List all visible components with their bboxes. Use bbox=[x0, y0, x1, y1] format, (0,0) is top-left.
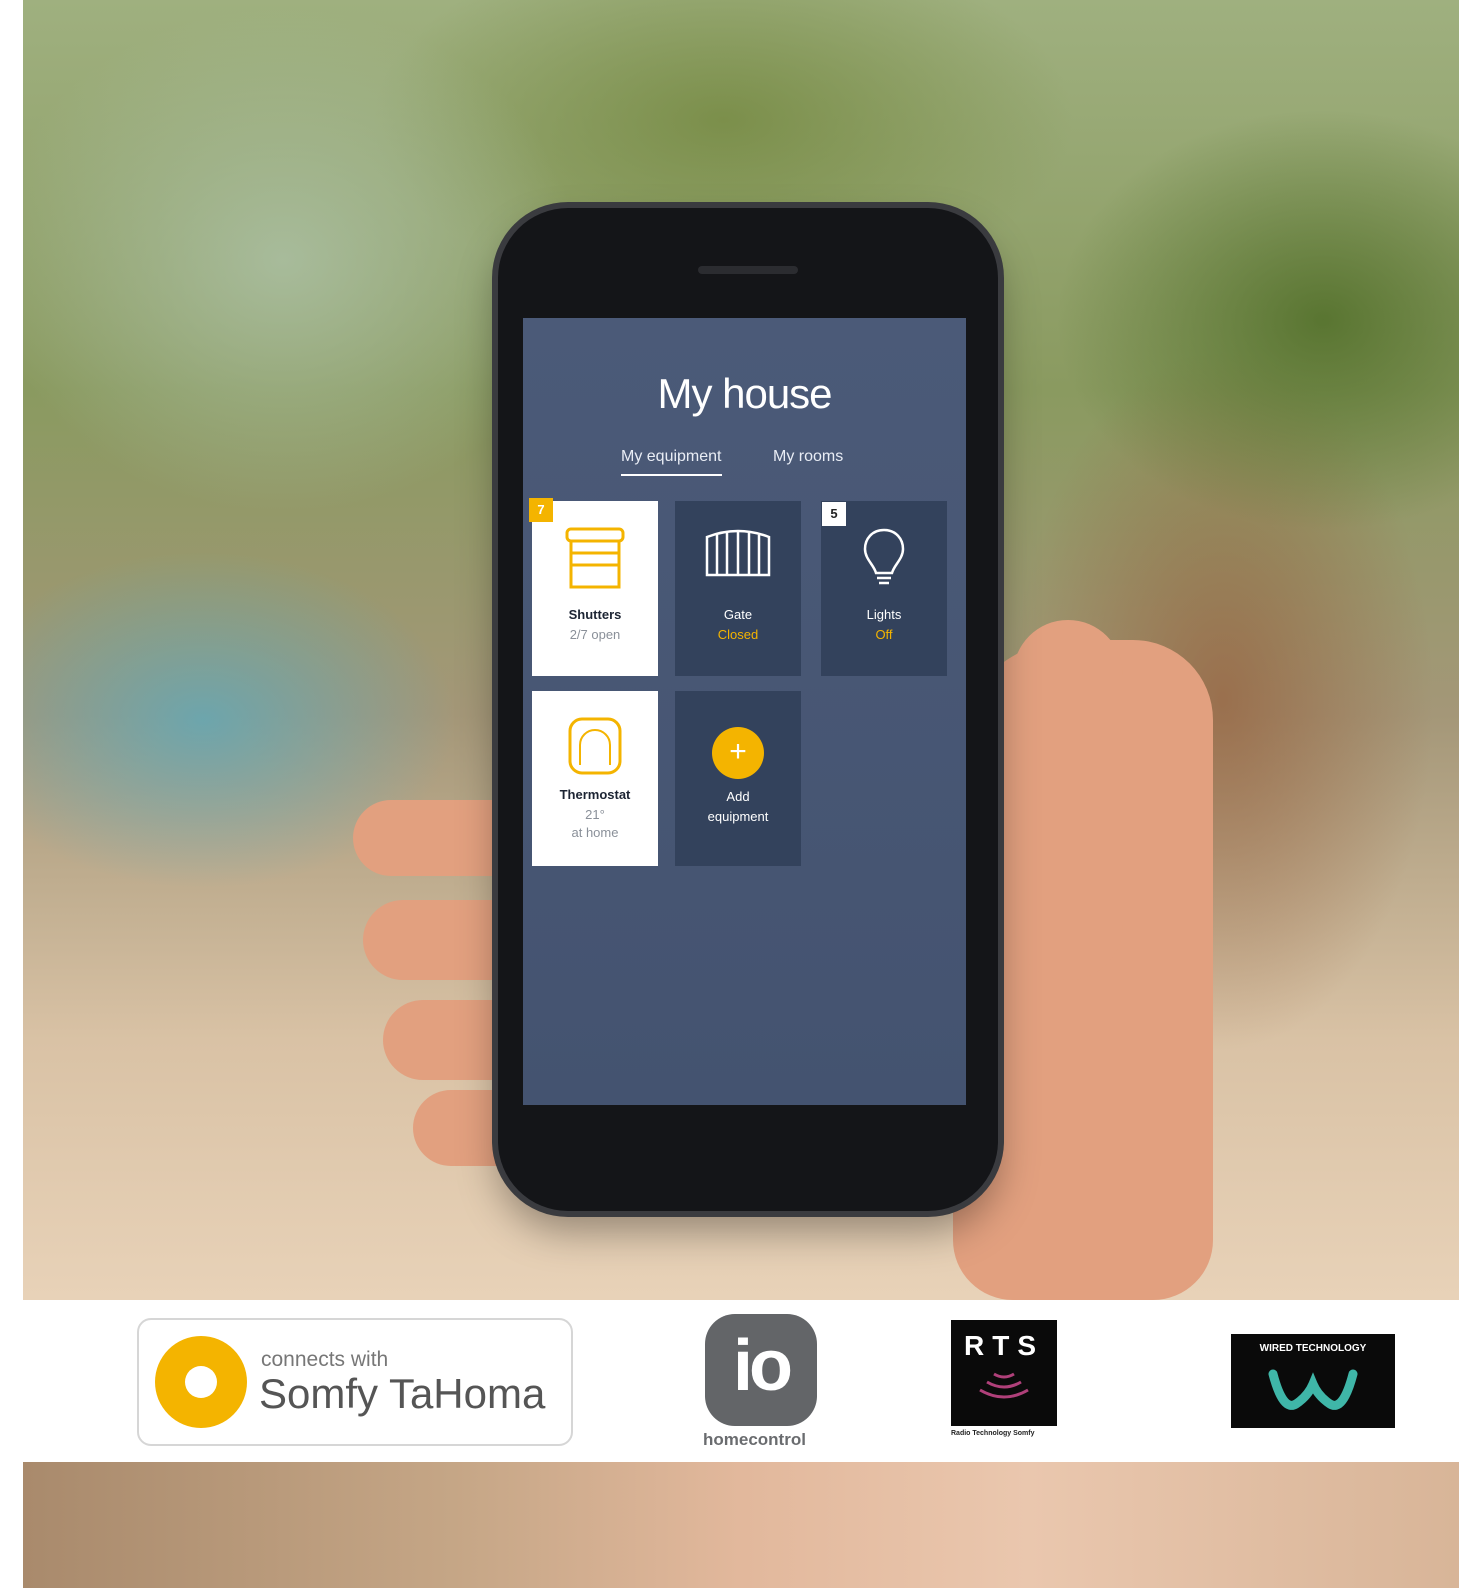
tile-gate[interactable]: Gate Closed bbox=[675, 501, 801, 676]
background-photo: My house My equipment My rooms 7 Shutter… bbox=[23, 0, 1459, 1300]
rts-letters: RTS bbox=[964, 1330, 1044, 1361]
background-photo-bottom bbox=[23, 1462, 1459, 1588]
hand-thumb bbox=[1013, 620, 1123, 980]
tile-name-line2: equipment bbox=[707, 809, 769, 824]
tahoma-tagline: connects with bbox=[261, 1348, 389, 1371]
tab-label: My rooms bbox=[773, 448, 844, 465]
plus-icon: + bbox=[712, 727, 764, 779]
lightbulb-icon bbox=[821, 527, 947, 592]
tile-name: Add bbox=[726, 789, 750, 804]
tile-status: 2/7 open bbox=[569, 627, 621, 642]
tile-status: Off bbox=[875, 627, 893, 642]
tile-name: Shutters bbox=[568, 607, 622, 622]
wired-technology-logo: WIRED TECHNOLOGY bbox=[1231, 1334, 1395, 1428]
tile-status: 21° bbox=[585, 807, 605, 822]
count-badge: 7 bbox=[529, 498, 553, 522]
tile-status: Closed bbox=[717, 627, 759, 642]
shutter-icon bbox=[532, 527, 658, 596]
thermostat-icon bbox=[532, 717, 658, 780]
tab-label: My equipment bbox=[621, 448, 722, 465]
gate-icon bbox=[675, 527, 801, 582]
tab-my-equipment[interactable]: My equipment bbox=[621, 448, 722, 476]
tile-name: Lights bbox=[866, 607, 902, 622]
add-equipment-button[interactable]: + Add equipment bbox=[675, 691, 801, 866]
tile-thermostat[interactable]: Thermostat 21° at home bbox=[532, 691, 658, 866]
io-text: homecontrol bbox=[703, 1430, 806, 1449]
rts-caption: Radio Technology Somfy bbox=[951, 1430, 1035, 1437]
smartphone: My house My equipment My rooms 7 Shutter… bbox=[498, 208, 998, 1211]
page-title: My house bbox=[657, 370, 832, 417]
tahoma-ring-icon bbox=[155, 1336, 247, 1428]
count-badge: 5 bbox=[822, 502, 846, 526]
tahoma-brand: Somfy TaHoma bbox=[259, 1370, 546, 1417]
app-screen: My house My equipment My rooms 7 Shutter… bbox=[523, 318, 966, 1105]
tile-lights[interactable]: 5 Lights Off bbox=[821, 501, 947, 676]
tile-name: Gate bbox=[723, 607, 753, 622]
wired-text: WIRED TECHNOLOGY bbox=[1259, 1343, 1367, 1354]
io-mark: io bbox=[705, 1314, 817, 1426]
partner-logos: connects with Somfy TaHoma io homecontro… bbox=[23, 1300, 1459, 1462]
rts-logo: RTS Radio Technology Somfy bbox=[951, 1320, 1059, 1444]
tile-status-secondary: at home bbox=[571, 825, 619, 840]
io-homecontrol-logo: io homecontrol bbox=[701, 1312, 831, 1452]
radio-waves-icon bbox=[979, 1372, 1029, 1399]
wave-w-icon bbox=[1268, 1369, 1358, 1410]
somfy-tahoma-logo: connects with Somfy TaHoma bbox=[137, 1318, 573, 1446]
rts-box: RTS bbox=[951, 1320, 1057, 1426]
tile-name: Thermostat bbox=[559, 787, 631, 802]
tile-shutters[interactable]: 7 Shutters 2/7 open bbox=[529, 498, 658, 676]
phone-earpiece bbox=[698, 266, 798, 274]
tab-my-rooms[interactable]: My rooms bbox=[773, 448, 843, 474]
